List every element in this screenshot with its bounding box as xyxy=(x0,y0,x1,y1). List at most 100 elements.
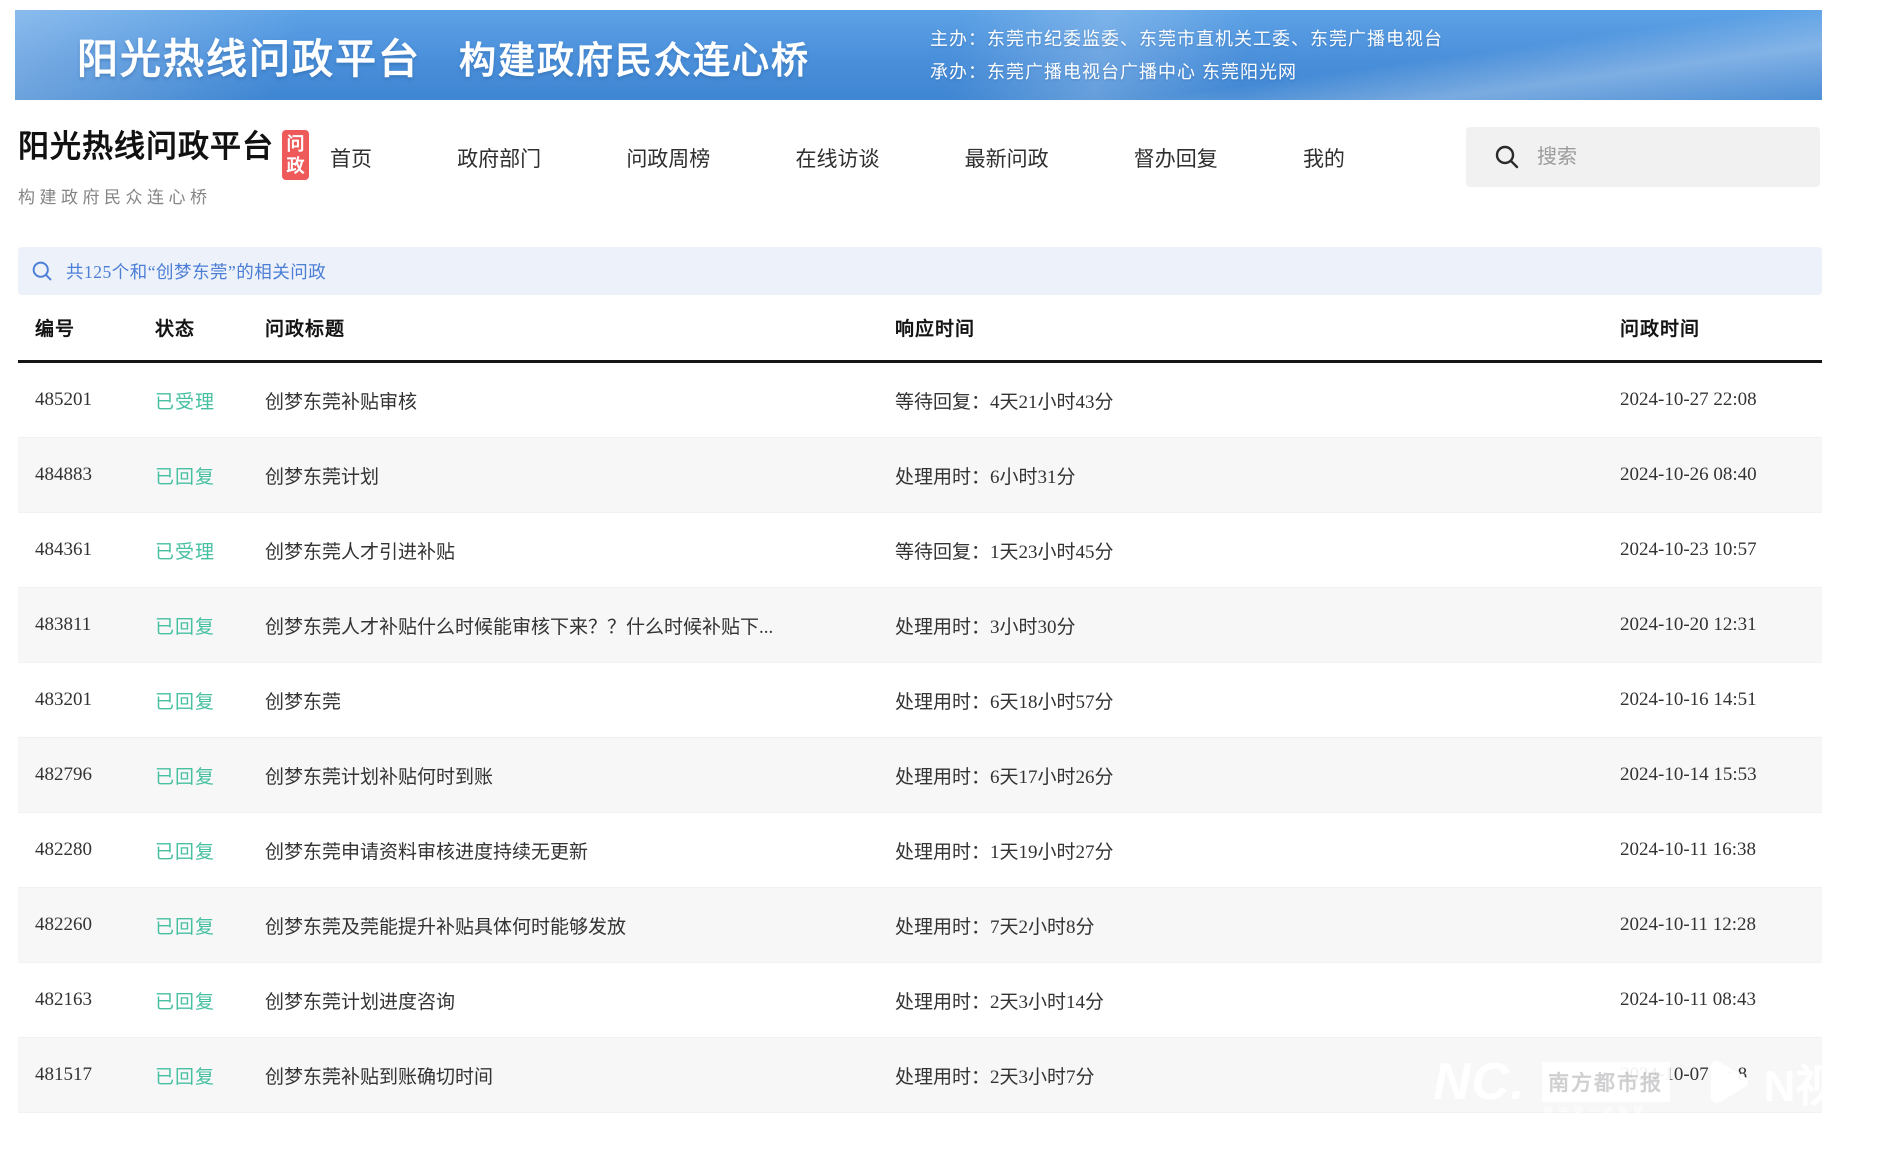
row-inquiry-time: 2024-10-27 22:08 xyxy=(1620,389,1822,411)
row-id: 482260 xyxy=(35,914,155,936)
table-row[interactable]: 482280 已回复 创梦东莞申请资料审核进度持续无更新 处理用时：1天19小时… xyxy=(18,813,1822,888)
row-id: 483201 xyxy=(35,689,155,711)
row-id: 483811 xyxy=(35,614,155,636)
result-search-icon xyxy=(31,260,54,283)
row-response-time: 等待回复：4天21小时43分 xyxy=(895,387,1620,414)
inquiry-table: 编号 状态 问政标题 响应时间 问政时间 485201 已受理 创梦东莞补贴审核… xyxy=(18,295,1822,1113)
page: 阳光热线问政平台 构建政府民众连心桥 主办：东莞市纪委监委、东莞市直机关工委、东… xyxy=(0,0,1904,1164)
logo-subtitle: 构建政府民众连心桥 xyxy=(18,183,309,208)
table-row[interactable]: 482796 已回复 创梦东莞计划补贴何时到账 处理用时：6天17小时26分 2… xyxy=(18,738,1822,813)
table-header-row: 编号 状态 问政标题 响应时间 问政时间 xyxy=(18,295,1822,363)
banner-host-line: 主办：东莞市纪委监委、东莞市直机关工委、东莞广播电视台 xyxy=(930,23,1443,56)
row-response-time: 处理用时：7天2小时8分 xyxy=(895,912,1620,939)
row-title-link[interactable]: 创梦东莞及莞能提升补贴具体何时能够发放 xyxy=(265,912,895,939)
nav-item-weekly-ranking[interactable]: 问政周榜 xyxy=(626,143,710,173)
logo-title: 阳光热线问政平台 xyxy=(18,130,274,164)
nandu-paper-name: 南方都市报 xyxy=(1548,1067,1663,1097)
row-status-badge: 已回复 xyxy=(155,987,265,1014)
row-status-badge: 已受理 xyxy=(155,537,265,564)
main-nav: 首页 政府部门 问政周榜 在线访谈 最新问政 督办回复 我的 xyxy=(330,100,1345,215)
table-row[interactable]: 482260 已回复 创梦东莞及莞能提升补贴具体何时能够发放 处理用时：7天2小… xyxy=(18,888,1822,963)
search-box[interactable] xyxy=(1466,127,1820,187)
row-inquiry-time: 2024-10-14 15:53 xyxy=(1620,764,1822,786)
row-inquiry-time: 2024-10-20 12:31 xyxy=(1620,614,1822,636)
search-icon xyxy=(1494,144,1520,170)
nav-item-supervised-replies[interactable]: 督办回复 xyxy=(1134,143,1218,173)
nvideo-play-icon xyxy=(1698,1053,1756,1111)
site-logo[interactable]: 阳光热线问政平台 问 政 构建政府民众连心桥 xyxy=(18,130,309,208)
row-response-time: 等待回复：1天23小时45分 xyxy=(895,537,1620,564)
row-id: 481517 xyxy=(35,1064,155,1086)
col-header-id: 编号 xyxy=(35,314,155,341)
col-header-response-time: 响应时间 xyxy=(895,314,1620,341)
row-inquiry-time: 2024-10-11 08:43 xyxy=(1620,989,1822,1011)
nav-bar: 阳光热线问政平台 问 政 构建政府民众连心桥 首页 政府部门 问政周榜 在线访谈… xyxy=(0,100,1904,215)
table-row[interactable]: 484883 已回复 创梦东莞计划 处理用时：6小时31分 2024-10-26… xyxy=(18,438,1822,513)
row-id: 482796 xyxy=(35,764,155,786)
row-status-badge: 已回复 xyxy=(155,612,265,639)
row-status-badge: 已回复 xyxy=(155,837,265,864)
row-title-link[interactable]: 创梦东莞 xyxy=(265,687,895,714)
nandu-paper-tagline: 做中国一流智媒 xyxy=(1544,1104,1649,1117)
nandu-paper-badge: 南方都市报 做中国一流智媒 xyxy=(1542,1062,1670,1102)
nav-item-online-interview[interactable]: 在线访谈 xyxy=(795,143,879,173)
nav-item-mine[interactable]: 我的 xyxy=(1303,143,1345,173)
row-response-time: 处理用时：3小时30分 xyxy=(895,612,1620,639)
table-row[interactable]: 483201 已回复 创梦东莞 处理用时：6天18小时57分 2024-10-1… xyxy=(18,663,1822,738)
nandu-nc-logo: NC. xyxy=(1433,1052,1526,1112)
result-bar: 共125个和“创梦东莞”的相关问政 xyxy=(18,247,1822,295)
row-response-time: 处理用时：6天17小时26分 xyxy=(895,762,1620,789)
row-title-link[interactable]: 创梦东莞计划进度咨询 xyxy=(265,987,895,1014)
row-id: 485201 xyxy=(35,389,155,411)
banner-undertaker-line: 承办：东莞广播电视台广播中心 东莞阳光网 xyxy=(930,56,1443,89)
badge-char-1: 问 xyxy=(287,133,305,155)
nav-item-latest-inquiries[interactable]: 最新问政 xyxy=(965,143,1049,173)
row-response-time: 处理用时：6小时31分 xyxy=(895,462,1620,489)
banner-slogan: 构建政府民众连心桥 xyxy=(459,30,810,84)
row-id: 482163 xyxy=(35,989,155,1011)
banner-title-row: 阳光热线问政平台 构建政府民众连心桥 xyxy=(15,25,810,85)
row-inquiry-time: 2024-10-23 10:57 xyxy=(1620,539,1822,561)
badge-char-2: 政 xyxy=(287,155,305,177)
wenzheng-badge: 问 政 xyxy=(282,130,309,180)
banner-title: 阳光热线问政平台 xyxy=(77,25,421,85)
row-status-badge: 已回复 xyxy=(155,687,265,714)
row-inquiry-time: 2024-10-26 08:40 xyxy=(1620,464,1822,486)
row-id: 484883 xyxy=(35,464,155,486)
table-row[interactable]: 484361 已受理 创梦东莞人才引进补贴 等待回复：1天23小时45分 202… xyxy=(18,513,1822,588)
row-title-link[interactable]: 创梦东莞补贴审核 xyxy=(265,387,895,414)
row-title-link[interactable]: 创梦东莞人才补贴什么时候能审核下来？？什么时候补贴下... xyxy=(265,612,895,639)
table-row[interactable]: 482163 已回复 创梦东莞计划进度咨询 处理用时：2天3小时14分 2024… xyxy=(18,963,1822,1038)
nav-item-home[interactable]: 首页 xyxy=(330,143,372,173)
nav-item-gov-departments[interactable]: 政府部门 xyxy=(457,143,541,173)
row-title-link[interactable]: 创梦东莞补贴到账确切时间 xyxy=(265,1062,895,1089)
top-banner: 阳光热线问政平台 构建政府民众连心桥 主办：东莞市纪委监委、东莞市直机关工委、东… xyxy=(15,10,1822,100)
row-status-badge: 已回复 xyxy=(155,1062,265,1089)
col-header-inquiry-time: 问政时间 xyxy=(1620,314,1822,341)
nvideo-label: N视频 xyxy=(1764,1050,1884,1114)
logo-top: 阳光热线问政平台 问 政 xyxy=(18,130,309,180)
row-title-link[interactable]: 创梦东莞计划补贴何时到账 xyxy=(265,762,895,789)
banner-organizers: 主办：东莞市纪委监委、东莞市直机关工委、东莞广播电视台 承办：东莞广播电视台广播… xyxy=(930,23,1443,89)
row-status-badge: 已受理 xyxy=(155,387,265,414)
row-title-link[interactable]: 创梦东莞计划 xyxy=(265,462,895,489)
row-response-time: 处理用时：6天18小时57分 xyxy=(895,687,1620,714)
result-count-text: 共125个和“创梦东莞”的相关问政 xyxy=(66,259,326,284)
table-row[interactable]: 483811 已回复 创梦东莞人才补贴什么时候能审核下来？？什么时候补贴下...… xyxy=(18,588,1822,663)
row-title-link[interactable]: 创梦东莞申请资料审核进度持续无更新 xyxy=(265,837,895,864)
watermark: NC. 南方都市报 做中国一流智媒 N视频 xyxy=(1433,1050,1883,1114)
row-status-badge: 已回复 xyxy=(155,762,265,789)
col-header-status: 状态 xyxy=(155,314,265,341)
row-response-time: 处理用时：2天3小时14分 xyxy=(895,987,1620,1014)
row-inquiry-time: 2024-10-11 12:28 xyxy=(1620,914,1822,936)
row-id: 482280 xyxy=(35,839,155,861)
row-title-link[interactable]: 创梦东莞人才引进补贴 xyxy=(265,537,895,564)
table-body: 485201 已受理 创梦东莞补贴审核 等待回复：4天21小时43分 2024-… xyxy=(18,363,1822,1113)
row-response-time: 处理用时：1天19小时27分 xyxy=(895,837,1620,864)
row-status-badge: 已回复 xyxy=(155,462,265,489)
col-header-title: 问政标题 xyxy=(265,314,895,341)
table-row[interactable]: 485201 已受理 创梦东莞补贴审核 等待回复：4天21小时43分 2024-… xyxy=(18,363,1822,438)
search-input[interactable] xyxy=(1535,145,1799,170)
row-status-badge: 已回复 xyxy=(155,912,265,939)
row-id: 484361 xyxy=(35,539,155,561)
